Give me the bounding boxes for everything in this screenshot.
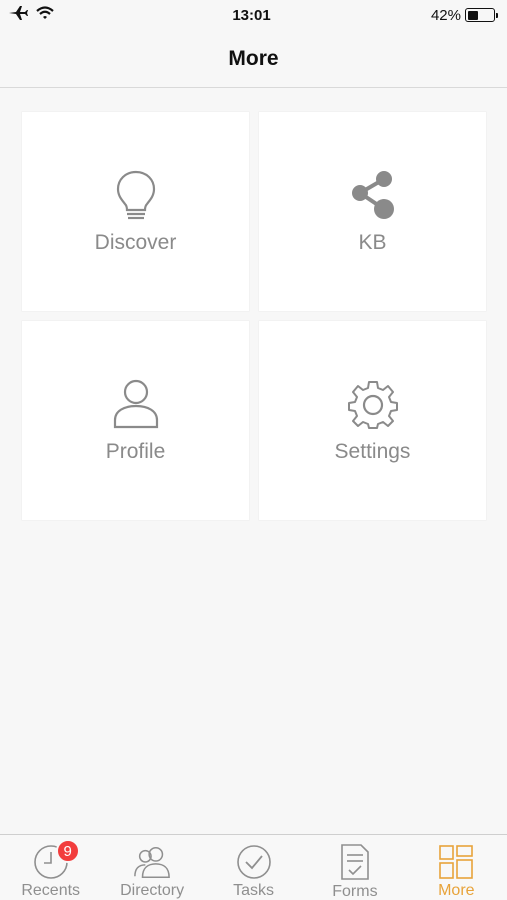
status-right: 42% [375, 6, 498, 24]
clock-icon: 9 [32, 839, 80, 880]
tab-label: Tasks [233, 882, 274, 899]
tile-label: Settings [334, 439, 411, 463]
check-circle-icon [235, 843, 273, 880]
people-icon [133, 843, 171, 880]
battery-percent: 42% [430, 6, 461, 24]
wifi-icon [36, 6, 54, 24]
tile-settings[interactable]: Settings [259, 321, 486, 520]
gear-icon [347, 378, 399, 430]
tab-bar: 9 Recents Directory Tasks Forms More [0, 834, 507, 900]
status-bar: 13:01 42% [0, 0, 507, 30]
tile-label: Profile [105, 439, 166, 463]
tile-label: KB [358, 230, 387, 254]
tab-label: Forms [332, 883, 378, 900]
more-grid: Discover KB Profile Settings [22, 112, 486, 520]
status-time: 13:01 [232, 6, 271, 24]
tile-profile[interactable]: Profile [22, 321, 249, 520]
battery-icon [465, 8, 498, 22]
lightbulb-icon [110, 169, 162, 221]
tab-label: Recents [21, 882, 81, 899]
form-icon [336, 843, 374, 881]
tile-kb[interactable]: KB [259, 112, 486, 311]
tab-forms[interactable]: Forms [304, 835, 405, 900]
tile-discover[interactable]: Discover [22, 112, 249, 311]
notification-badge: 9 [55, 839, 80, 863]
tab-more[interactable]: More [406, 835, 507, 900]
grid-icon [437, 843, 475, 880]
tile-label: Discover [94, 230, 177, 254]
tab-directory[interactable]: Directory [101, 835, 202, 900]
tab-recents[interactable]: 9 Recents [0, 835, 101, 900]
share-icon [347, 169, 399, 221]
nav-bar: More [0, 30, 507, 88]
battery-level [467, 10, 478, 20]
status-left [8, 5, 128, 25]
page-title: More [228, 46, 279, 70]
tab-tasks[interactable]: Tasks [203, 835, 304, 900]
airplane-icon [8, 5, 28, 25]
user-icon [110, 378, 162, 430]
tab-label: More [438, 882, 475, 899]
tab-label: Directory [120, 882, 185, 899]
